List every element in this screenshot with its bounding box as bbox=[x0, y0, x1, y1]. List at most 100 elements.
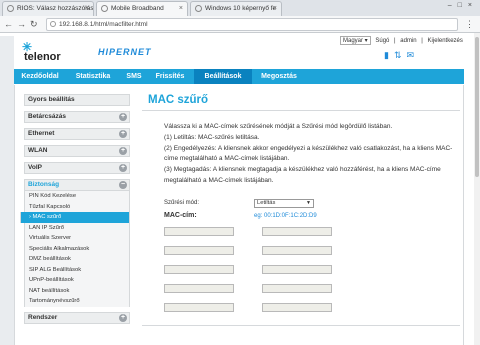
sidebar-item-dmz[interactable]: DMZ beállítások bbox=[24, 254, 130, 265]
sidebar-label: Rendszer bbox=[28, 313, 58, 321]
sms-icon[interactable]: ✉ bbox=[407, 50, 420, 60]
page-title: MAC szűrő bbox=[148, 94, 209, 106]
main-nav: Kezdőoldal Statisztika SMS Frissítés Beá… bbox=[14, 69, 464, 84]
divider bbox=[142, 110, 460, 111]
tab-favicon-icon bbox=[195, 5, 202, 12]
filter-mode-label: Szűrési mód: bbox=[164, 200, 200, 206]
help-link[interactable]: Súgó bbox=[375, 38, 389, 44]
telenor-logo[interactable]: ✳ telenor bbox=[22, 40, 82, 66]
forward-icon[interactable]: → bbox=[17, 19, 26, 29]
mac-address-field[interactable] bbox=[164, 227, 234, 236]
sidebar-item-special-apps[interactable]: Speciális Alkalmazások bbox=[24, 243, 130, 254]
expand-icon[interactable]: + bbox=[119, 164, 127, 172]
description-line: (3) Megtagadás: A kliensnek megtagadja a… bbox=[164, 166, 441, 184]
browser-tab-active[interactable]: Mobile Broadband × bbox=[96, 1, 188, 16]
scrollbar[interactable] bbox=[474, 33, 480, 345]
product-logo: HIPERNET bbox=[98, 47, 152, 57]
close-icon[interactable]: × bbox=[85, 2, 89, 15]
url-input[interactable]: 192.168.8.1/html/macfilter.html bbox=[46, 18, 458, 31]
mac-address-field[interactable] bbox=[164, 265, 234, 274]
header-links: Magyar ▾ Súgó | admin | Kijelentkezés bbox=[340, 36, 466, 46]
browser-tab[interactable]: Windows 10 képernyő fe × bbox=[190, 1, 282, 16]
sidebar-system[interactable]: Rendszer + bbox=[24, 311, 130, 324]
browser-menu-icon[interactable]: ⋮ bbox=[465, 19, 474, 30]
nav-sms[interactable]: SMS bbox=[120, 69, 148, 84]
tab-label: Mobile Broadband bbox=[111, 5, 164, 12]
sidebar-item-lan-ip-filter[interactable]: LAN IP Szűrő bbox=[24, 222, 130, 233]
page-margin bbox=[0, 36, 14, 345]
filter-mode-select[interactable]: Letiltás ▼ bbox=[254, 199, 314, 208]
sidebar-wlan[interactable]: WLAN + bbox=[24, 145, 130, 157]
sidebar-label: Ethernet bbox=[28, 130, 55, 137]
mac-address-field[interactable] bbox=[262, 246, 332, 255]
tab-label: Windows 10 képernyő fe bbox=[205, 5, 277, 12]
brand-name: telenor bbox=[24, 51, 61, 63]
mac-address-field[interactable] bbox=[262, 227, 332, 236]
mac-address-field[interactable] bbox=[164, 246, 234, 255]
mac-address-label: MAC-cím: bbox=[164, 212, 197, 219]
sidebar-label: Biztonság bbox=[28, 181, 60, 188]
logout-link[interactable]: Kijelentkezés bbox=[428, 38, 463, 44]
settings-sidebar: Gyors beállítás Betárcsázás + Ethernet + W… bbox=[20, 94, 130, 329]
address-bar: ← → ↻ 192.168.8.1/html/macfilter.html ⋮ bbox=[0, 16, 480, 33]
dropdown-arrow-icon: ▼ bbox=[306, 200, 311, 206]
sidebar-label: VoIP bbox=[28, 164, 42, 171]
expand-icon[interactable]: + bbox=[119, 130, 127, 138]
browser-tab-bar: RIOS: Válasz hozzászólás × Mobile Broadb… bbox=[0, 0, 480, 16]
signal-icon: ▮ bbox=[384, 50, 394, 60]
expand-icon[interactable]: + bbox=[119, 113, 127, 121]
sidebar-item-firewall[interactable]: Tűzfal Kapcsoló bbox=[24, 201, 130, 212]
description-line: (1) Letiltás: MAC-szűrés letiltása. bbox=[164, 133, 260, 141]
nav-sharing[interactable]: Megosztás bbox=[252, 69, 306, 84]
nav-home[interactable]: Kezdőoldal bbox=[14, 69, 66, 84]
sidebar-label: MAC szűrő bbox=[32, 214, 62, 220]
sidebar-ethernet[interactable]: Ethernet + bbox=[24, 128, 130, 140]
expand-icon[interactable]: + bbox=[119, 313, 127, 322]
nav-update[interactable]: Frissítés bbox=[148, 69, 192, 84]
divider bbox=[142, 325, 460, 326]
window-controls[interactable]: –□× bbox=[448, 2, 478, 9]
back-icon[interactable]: ← bbox=[4, 19, 13, 29]
browser-tab[interactable]: RIOS: Válasz hozzászólás × bbox=[2, 1, 94, 16]
tab-favicon-icon bbox=[7, 5, 14, 12]
sidebar-item-sip-alg[interactable]: SIP ALG Beállítások bbox=[24, 264, 130, 275]
sidebar-item-upnp[interactable]: UPnP-beállítások bbox=[24, 275, 130, 286]
user-name: admin bbox=[400, 38, 417, 44]
transfer-icon: ⇅ bbox=[393, 50, 407, 60]
sidebar-item-domain-filter[interactable]: Tartománynévszűrő bbox=[24, 296, 130, 307]
nav-settings[interactable]: Beállítások bbox=[194, 69, 252, 84]
tab-favicon-icon bbox=[101, 5, 108, 12]
collapse-icon[interactable]: − bbox=[119, 181, 127, 189]
mac-address-field[interactable] bbox=[164, 303, 234, 312]
sidebar-item-nat[interactable]: NAT beállítások bbox=[24, 285, 130, 296]
status-icons: ▮⇅✉ bbox=[384, 50, 419, 61]
close-icon[interactable]: × bbox=[179, 2, 183, 15]
sidebar-item-virtual-server[interactable]: Virtuális Szerver bbox=[24, 233, 130, 244]
reload-icon[interactable]: ↻ bbox=[30, 19, 38, 29]
sidebar-label: Betárcsázás bbox=[28, 113, 66, 120]
sidebar-voip[interactable]: VoIP + bbox=[24, 162, 130, 174]
description-line: Válassza ki a MAC-címek szűrésének módjá… bbox=[164, 123, 393, 130]
sidebar-label: Gyors beállítás bbox=[28, 96, 75, 103]
sidebar-quick-setup[interactable]: Gyors beállítás bbox=[24, 94, 130, 106]
scrollbar-thumb[interactable] bbox=[475, 37, 479, 177]
info-icon[interactable] bbox=[50, 21, 56, 27]
sidebar-item-pin[interactable]: PIN Kód Kezelése bbox=[24, 191, 130, 202]
sidebar-label: WLAN bbox=[28, 147, 48, 154]
close-icon[interactable]: × bbox=[273, 2, 277, 15]
sidebar-security[interactable]: Biztonság − bbox=[24, 179, 130, 191]
mac-example: eg: 00:1D:0F:1C:2D:D9 bbox=[254, 213, 317, 219]
mac-address-field[interactable] bbox=[262, 284, 332, 293]
filter-mode-value: Letiltás bbox=[257, 200, 276, 206]
sidebar-item-mac-filter[interactable]: › MAC szűrő bbox=[20, 212, 130, 223]
nav-statistics[interactable]: Statisztika bbox=[66, 69, 120, 84]
description-line: (2) Engedélyezés: A kliensnek akkor enge… bbox=[164, 144, 453, 163]
mac-address-field[interactable] bbox=[262, 265, 332, 274]
expand-icon[interactable]: + bbox=[119, 147, 127, 155]
sidebar-dialup[interactable]: Betárcsázás + bbox=[24, 111, 130, 123]
tab-label: RIOS: Válasz hozzászólás bbox=[17, 5, 94, 12]
mac-address-field[interactable] bbox=[262, 303, 332, 312]
description: Válassza ki a MAC-címek szűrésének módjá… bbox=[164, 122, 454, 187]
language-select[interactable]: Magyar ▾ bbox=[340, 36, 371, 45]
mac-address-field[interactable] bbox=[164, 284, 234, 293]
